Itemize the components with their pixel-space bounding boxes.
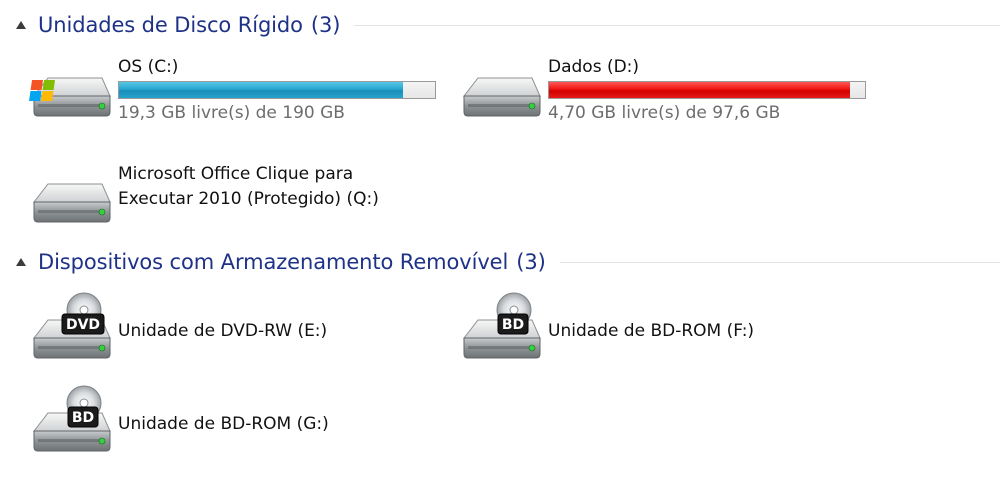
drive-free-space: 4,70 GB livre(s) de 97,6 GB (548, 103, 781, 123)
dvd-badge: DVD (66, 317, 100, 333)
drive-name-line2: Executar 2010 (Protegido) (Q:) (118, 189, 379, 209)
drive-e[interactable]: DVD Unidade de DVD-RW (E:) (28, 292, 328, 359)
dvd-drive-icon: DVD (28, 292, 114, 359)
bd-badge: BD (72, 410, 94, 426)
drive-g[interactable]: BD Unidade de BD-ROM (G:) (28, 385, 329, 452)
capacity-bar-fill (549, 82, 850, 98)
drive-free-space: 19,3 GB livre(s) de 190 GB (118, 103, 345, 123)
bd-badge: BD (502, 317, 524, 333)
group-divider (559, 261, 1000, 263)
drive-f[interactable]: BD Unidade de BD-ROM (F:) (458, 292, 755, 359)
bd-drive-icon: BD (28, 385, 114, 452)
collapse-arrow-icon[interactable] (16, 21, 26, 29)
drive-q[interactable]: Microsoft Office Clique para Executar 20… (28, 162, 379, 228)
drive-name: Unidade de DVD-RW (E:) (118, 321, 328, 341)
group-header-removable[interactable]: Dispositivos com Armazenamento Removível… (14, 247, 1000, 277)
drive-name: Unidade de BD-ROM (G:) (118, 414, 329, 434)
group-title: Dispositivos com Armazenamento Removível… (38, 250, 546, 274)
hard-drive-icon (28, 162, 114, 228)
drive-d[interactable]: Dados (D:) 4,70 GB livre(s) de 97,6 GB (458, 56, 866, 124)
windows-drive-icon (28, 56, 114, 122)
capacity-bar (548, 81, 866, 99)
drive-c[interactable]: OS (C:) 19,3 GB livre(s) de 190 GB (28, 56, 436, 124)
drive-name-line1: Microsoft Office Clique para (118, 164, 354, 184)
bd-drive-icon: BD (458, 292, 544, 359)
drive-name: Unidade de BD-ROM (F:) (548, 321, 755, 341)
group-title: Unidades de Disco Rígido (3) (38, 13, 341, 37)
drive-name: Dados (D:) (548, 57, 640, 77)
drive-name: OS (C:) (118, 57, 179, 77)
collapse-arrow-icon[interactable] (16, 258, 26, 266)
hard-drive-icon (458, 56, 544, 122)
group-divider (354, 24, 1000, 26)
capacity-bar (118, 81, 436, 99)
group-header-hard-disks[interactable]: Unidades de Disco Rígido (3) (14, 10, 1000, 40)
capacity-bar-fill (119, 82, 403, 98)
